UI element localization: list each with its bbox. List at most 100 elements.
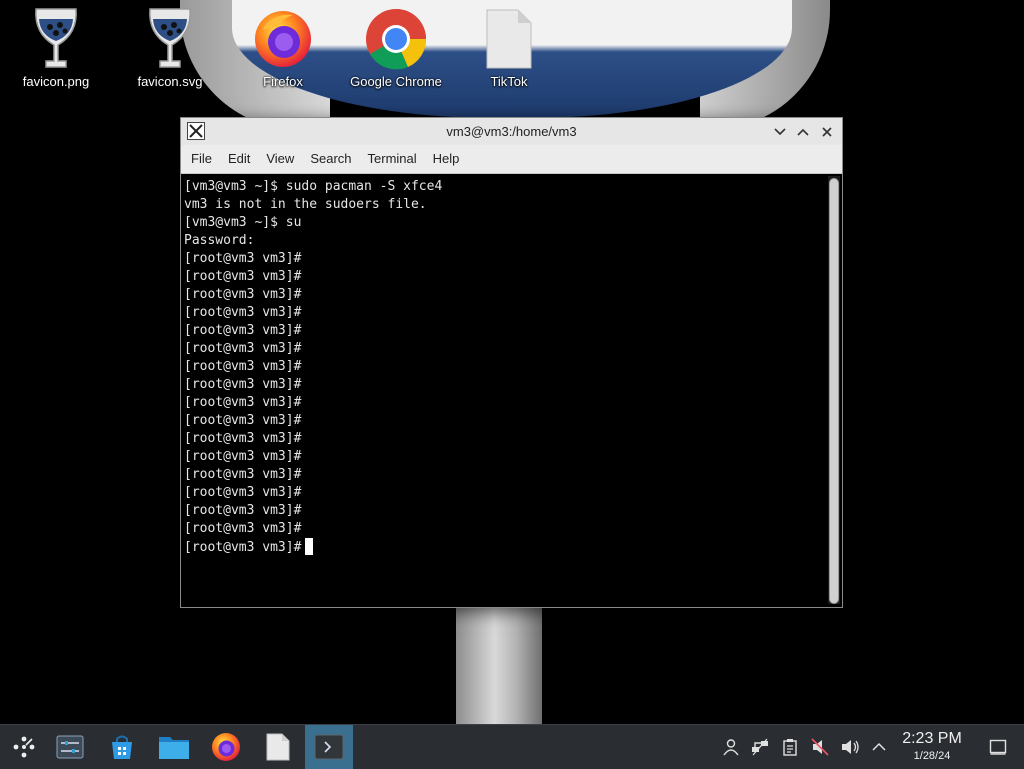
terminal-output[interactable]: [vm3@vm3 ~]$ sudo pacman -S xfce4 vm3 is … — [181, 174, 842, 607]
wine-glass-icon — [138, 6, 202, 72]
terminal-text: [vm3@vm3 ~]$ sudo pacman -S xfce4 vm3 is … — [184, 178, 824, 556]
maximize-button[interactable] — [793, 122, 813, 142]
terminal-line-text: [root@vm3 vm3]# — [184, 377, 302, 392]
terminal-line-text: [root@vm3 vm3]# — [184, 413, 302, 428]
terminal-line-text: vm3 is not in the sudoers file. — [184, 197, 427, 212]
terminal-line-text: [root@vm3 vm3]# — [184, 521, 302, 536]
user-icon — [723, 739, 739, 756]
terminal-line: [root@vm3 vm3]# — [184, 304, 824, 322]
file-icon — [477, 6, 541, 72]
minimize-button[interactable] — [770, 122, 790, 142]
terminal-line: [root@vm3 vm3]# — [184, 484, 824, 502]
folder-icon — [159, 737, 189, 759]
store-bag-icon — [112, 735, 132, 759]
show-desktop-icon — [989, 739, 1007, 755]
firefox-icon — [212, 733, 240, 761]
desktop-icon-label: favicon.png — [22, 74, 90, 89]
terminal-line: [root@vm3 vm3]# — [184, 430, 824, 448]
terminal-line: [root@vm3 vm3]# — [184, 520, 824, 538]
terminal-line: [root@vm3 vm3]# — [184, 340, 824, 358]
wallpaper-glass-stem — [456, 604, 542, 728]
taskbar-settings[interactable] — [46, 725, 94, 769]
terminal-line: [root@vm3 vm3]# — [184, 394, 824, 412]
tray-user[interactable] — [721, 737, 741, 757]
terminal-line-text: [vm3@vm3 ~]$ sudo pacman -S xfce4 — [184, 179, 443, 194]
taskbar-firefox[interactable] — [202, 725, 250, 769]
desktop-icon-tiktok[interactable]: TikTok — [459, 6, 559, 98]
terminal-line-text: [root@vm3 vm3]# — [184, 323, 302, 338]
wine-glass-icon — [24, 6, 88, 72]
menu-view[interactable]: View — [258, 145, 302, 173]
desktop-icon-favicon-png[interactable]: favicon.png — [6, 6, 106, 98]
terminal-line-text: [root@vm3 vm3]# — [184, 449, 302, 464]
terminal-line: [vm3@vm3 ~]$ su — [184, 214, 824, 232]
terminal-line: [root@vm3 vm3]# — [184, 358, 824, 376]
terminal-line: Password: — [184, 232, 824, 250]
settings-sliders-icon — [56, 735, 84, 759]
taskbar: 2:23 PM 1/28/24 — [0, 724, 1024, 769]
terminal-line: [root@vm3 vm3]# — [184, 286, 824, 304]
close-button[interactable] — [817, 122, 837, 142]
terminal-line: [root@vm3 vm3]# — [184, 538, 824, 556]
terminal-line: [root@vm3 vm3]# — [184, 412, 824, 430]
clipboard-icon — [783, 739, 797, 756]
terminal-line: [root@vm3 vm3]# — [184, 268, 824, 286]
taskbar-terminal[interactable] — [305, 725, 353, 769]
taskbar-file-manager[interactable] — [150, 725, 198, 769]
taskbar-discover-store[interactable] — [98, 725, 146, 769]
menu-edit[interactable]: Edit — [220, 145, 258, 173]
menu-bar: File Edit View Search Terminal Help — [181, 145, 842, 174]
terminal-line: [vm3@vm3 ~]$ sudo pacman -S xfce4 — [184, 178, 824, 196]
chevron-up-icon — [872, 742, 886, 751]
tray-volume[interactable] — [840, 737, 860, 757]
terminal-line: [root@vm3 vm3]# — [184, 322, 824, 340]
tray-microphone-muted[interactable] — [810, 737, 830, 757]
desktop-icon-label: TikTok — [490, 74, 528, 89]
menu-search[interactable]: Search — [302, 145, 359, 173]
terminal-window[interactable]: vm3@vm3:/home/vm3 File Edit View Search … — [180, 117, 843, 608]
title-bar[interactable]: vm3@vm3:/home/vm3 — [181, 118, 842, 145]
terminal-line-text: [root@vm3 vm3]# — [184, 269, 302, 284]
desktop-icon-label: Firefox — [263, 74, 303, 89]
scrollbar[interactable] — [828, 176, 840, 604]
menu-file[interactable]: File — [181, 145, 220, 173]
scrollbar-thumb[interactable] — [829, 178, 839, 604]
terminal-line: [root@vm3 vm3]# — [184, 376, 824, 394]
terminal-line-text: Password: — [184, 233, 255, 248]
chevron-down-icon — [774, 128, 786, 136]
terminal-line-text: [root@vm3 vm3]# — [184, 540, 302, 555]
taskbar-file[interactable] — [254, 725, 302, 769]
tray-expand[interactable] — [869, 737, 889, 757]
clock-time: 2:23 PM — [902, 730, 962, 747]
firefox-icon — [251, 6, 315, 72]
close-icon — [822, 127, 832, 137]
digital-clock[interactable]: 2:23 PM 1/28/24 — [896, 729, 968, 765]
terminal-line-text: [root@vm3 vm3]# — [184, 287, 302, 302]
tray-network[interactable] — [750, 737, 770, 757]
terminal-line: [root@vm3 vm3]# — [184, 466, 824, 484]
terminal-line-text: [root@vm3 vm3]# — [184, 395, 302, 410]
mute-icon — [811, 738, 829, 756]
tray-clipboard[interactable] — [780, 737, 800, 757]
terminal-line-text: [root@vm3 vm3]# — [184, 431, 302, 446]
terminal-line-text: [root@vm3 vm3]# — [184, 341, 302, 356]
file-icon — [266, 733, 290, 761]
terminal-line: [root@vm3 vm3]# — [184, 250, 824, 268]
terminal-line: vm3 is not in the sudoers file. — [184, 196, 824, 214]
show-desktop-button[interactable] — [988, 737, 1008, 757]
desktop-icon-google-chrome[interactable]: Google Chrome — [346, 6, 446, 98]
menu-help[interactable]: Help — [425, 145, 468, 173]
window-title: vm3@vm3:/home/vm3 — [446, 124, 577, 139]
application-launcher-button[interactable] — [0, 725, 48, 769]
desktop-icon-label: favicon.svg — [137, 74, 203, 89]
chrome-icon — [364, 6, 428, 72]
terminal-line: [root@vm3 vm3]# — [184, 448, 824, 466]
terminal-line-text: [root@vm3 vm3]# — [184, 467, 302, 482]
desktop-icon-label: Google Chrome — [350, 74, 442, 89]
desktop-icon-firefox[interactable]: Firefox — [233, 6, 333, 98]
chevron-up-icon — [797, 128, 809, 136]
menu-terminal[interactable]: Terminal — [360, 145, 425, 173]
terminal-icon — [314, 734, 344, 760]
terminal-line-text: [root@vm3 vm3]# — [184, 503, 302, 518]
desktop-icon-favicon-svg[interactable]: favicon.svg — [120, 6, 220, 98]
